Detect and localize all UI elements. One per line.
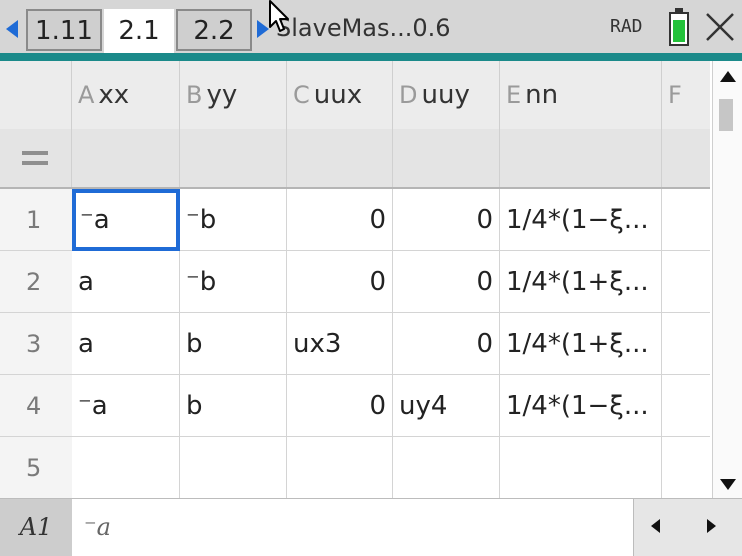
cell-a1[interactable]: ⁻a xyxy=(72,189,180,251)
cell-a2[interactable]: a xyxy=(72,251,180,313)
column-name: uuy xyxy=(421,80,470,110)
column-letter: F xyxy=(668,81,682,109)
formula-cell-e[interactable] xyxy=(500,129,662,187)
table-row: 2 a ⁻b 0 0 1/4*(1+ξ... xyxy=(0,251,710,313)
row-number[interactable]: 2 xyxy=(0,251,72,313)
cell-d5[interactable] xyxy=(393,437,500,499)
column-name: uux xyxy=(313,80,363,110)
document-title: SlaveMas...0.6 xyxy=(276,14,451,42)
cell-d2[interactable]: 0 xyxy=(393,251,500,313)
tab-scroll-left-icon[interactable] xyxy=(6,20,18,38)
cell-d3[interactable]: 0 xyxy=(393,313,500,375)
cell-c5[interactable] xyxy=(287,437,393,499)
formula-cell-f[interactable] xyxy=(662,129,710,187)
corner-cell[interactable] xyxy=(0,61,72,129)
column-letter: C xyxy=(293,81,310,109)
tab-1-11[interactable]: 1.11 xyxy=(26,9,102,51)
battery-level xyxy=(673,20,685,42)
cell-f4[interactable] xyxy=(662,375,710,437)
close-icon[interactable] xyxy=(702,8,738,46)
cell-a5[interactable] xyxy=(72,437,180,499)
battery-icon xyxy=(669,8,689,46)
cell-b2[interactable]: ⁻b xyxy=(180,251,287,313)
spreadsheet-grid: Axx Byy Cuux Duuy Enn F 1 ⁻a ⁻b 0 0 1/4*… xyxy=(0,61,710,499)
formula-cell-d[interactable] xyxy=(393,129,500,187)
column-letter: E xyxy=(506,81,522,109)
column-header-a[interactable]: Axx xyxy=(72,61,180,129)
tab-divider xyxy=(0,53,742,61)
column-header-row: Axx Byy Cuux Duuy Enn F xyxy=(0,61,710,129)
row-number[interactable]: 4 xyxy=(0,375,72,437)
cell-c3[interactable]: ux3 xyxy=(287,313,393,375)
tab-2-2[interactable]: 2.2 xyxy=(176,9,252,51)
entry-scroll-left-icon[interactable] xyxy=(651,519,660,533)
column-header-c[interactable]: Cuux xyxy=(287,61,393,129)
vertical-scrollbar[interactable] xyxy=(712,61,742,498)
column-name: nn xyxy=(525,80,559,110)
scroll-up-icon[interactable] xyxy=(720,71,736,82)
column-header-f[interactable]: F xyxy=(662,61,710,129)
cell-f1[interactable] xyxy=(662,189,710,251)
column-name: yy xyxy=(206,80,238,110)
cell-e3[interactable]: 1/4*(1+ξ... xyxy=(500,313,662,375)
cell-f2[interactable] xyxy=(662,251,710,313)
cell-b3[interactable]: b xyxy=(180,313,287,375)
cell-e4[interactable]: 1/4*(1−ξ... xyxy=(500,375,662,437)
cell-d4[interactable]: uy4 xyxy=(393,375,500,437)
entry-scroll-right-icon[interactable] xyxy=(707,519,716,533)
cell-e2[interactable]: 1/4*(1+ξ... xyxy=(500,251,662,313)
cell-a3[interactable]: a xyxy=(72,313,180,375)
column-letter: A xyxy=(78,81,95,109)
column-letter: B xyxy=(186,81,203,109)
formula-label-cell xyxy=(0,129,72,187)
column-header-d[interactable]: Duuy xyxy=(393,61,500,129)
top-bar: 1.11 2.1 2.2 SlaveMas...0.6 RAD xyxy=(0,0,742,56)
column-letter: D xyxy=(399,81,418,109)
column-header-b[interactable]: Byy xyxy=(180,61,287,129)
cell-b5[interactable] xyxy=(180,437,287,499)
scroll-thumb[interactable] xyxy=(719,99,733,131)
row-number[interactable]: 3 xyxy=(0,313,72,375)
angle-mode-indicator: RAD xyxy=(610,16,643,37)
column-header-e[interactable]: Enn xyxy=(500,61,662,129)
cell-e5[interactable] xyxy=(500,437,662,499)
scroll-down-icon[interactable] xyxy=(720,479,736,490)
table-row: 3 a b ux3 0 1/4*(1+ξ... xyxy=(0,313,710,375)
table-row: 5 xyxy=(0,437,710,499)
column-name: xx xyxy=(98,80,130,110)
formula-cell-c[interactable] xyxy=(287,129,393,187)
cell-f3[interactable] xyxy=(662,313,710,375)
cell-a4[interactable]: ⁻a xyxy=(72,375,180,437)
entry-input[interactable]: ⁻a xyxy=(72,499,634,556)
cell-c1[interactable]: 0 xyxy=(287,189,393,251)
cell-e1[interactable]: 1/4*(1−ξ... xyxy=(500,189,662,251)
cell-f5[interactable] xyxy=(662,437,710,499)
cell-c4[interactable]: 0 xyxy=(287,375,393,437)
cell-reference: A1 xyxy=(0,499,72,556)
entry-line: A1 ⁻a xyxy=(0,498,742,556)
formula-cell-b[interactable] xyxy=(180,129,287,187)
cell-b1[interactable]: ⁻b xyxy=(180,189,287,251)
cell-b4[interactable]: b xyxy=(180,375,287,437)
table-row: 1 ⁻a ⁻b 0 0 1/4*(1−ξ... xyxy=(0,189,710,251)
row-number[interactable]: 5 xyxy=(0,437,72,499)
cell-c2[interactable]: 0 xyxy=(287,251,393,313)
cell-d1[interactable]: 0 xyxy=(393,189,500,251)
formula-cell-a[interactable] xyxy=(72,129,180,187)
tab-2-1[interactable]: 2.1 xyxy=(104,9,174,56)
row-number[interactable]: 1 xyxy=(0,189,72,251)
table-row: 4 ⁻a b 0 uy4 1/4*(1−ξ... xyxy=(0,375,710,437)
mouse-pointer-icon xyxy=(269,0,289,32)
